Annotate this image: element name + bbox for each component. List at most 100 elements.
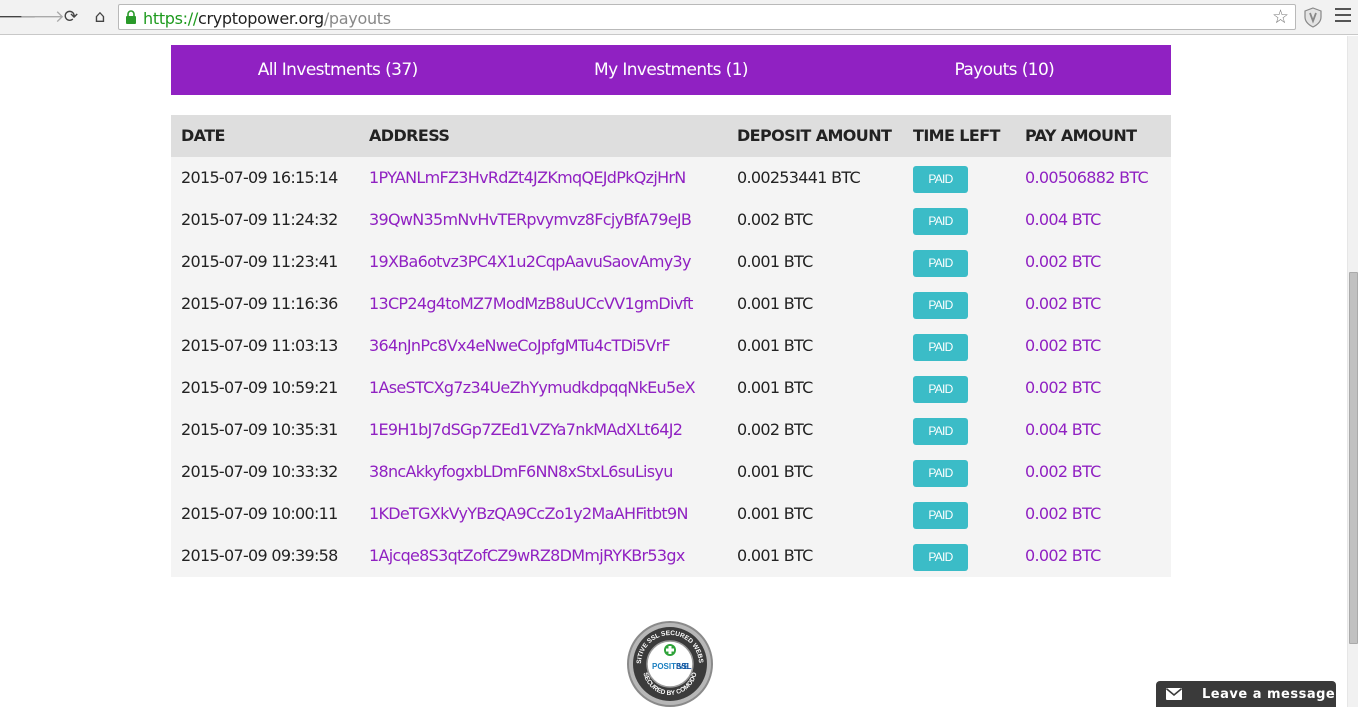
forward-arrow-icon[interactable]: 🡒 — [19, 5, 65, 29]
seal-ssl-text: SSL — [676, 662, 692, 671]
table-row: 2015-07-09 11:16:36 13CP24g4toMZ7ModMzB8u… — [171, 283, 1171, 325]
browser-toolbar: 🡐 🡒 ⟳ ⌂ https://cryptopower.org/payouts … — [0, 0, 1358, 35]
paid-badge: PAID — [913, 292, 968, 319]
lock-icon — [126, 10, 136, 24]
url-path: /payouts — [323, 9, 391, 28]
row-pay-amount: 0.002 BTC — [1025, 336, 1101, 355]
row-deposit-amount: 0.002 BTC — [737, 210, 813, 229]
table-row: 2015-07-09 11:03:13 364nJnPc8Vx4eNweCoJpf… — [171, 325, 1171, 367]
table-row: 2015-07-09 10:35:31 1E9H1bJ7dSGp7ZEd1VZYa… — [171, 409, 1171, 451]
tab-my-investments[interactable]: My Investments (1) — [504, 45, 837, 95]
reload-icon[interactable]: ⟳ — [59, 5, 83, 29]
row-pay-amount: 0.002 BTC — [1025, 462, 1101, 481]
row-deposit-amount: 0.001 BTC — [737, 294, 813, 313]
row-date: 2015-07-09 11:03:13 — [181, 336, 338, 355]
address-bar[interactable]: https://cryptopower.org/payouts ☆ — [118, 4, 1296, 30]
row-time-left: PAID — [913, 334, 968, 361]
table-body: 2015-07-09 16:15:14 1PYANLmFZ3HvRdZt4JZKm… — [171, 157, 1171, 577]
row-deposit-amount: 0.001 BTC — [737, 252, 813, 271]
paid-badge: PAID — [913, 208, 968, 235]
row-deposit-amount: 0.001 BTC — [737, 336, 813, 355]
row-address-link[interactable]: 1AseSTCXg7z34UeZhYymudkdpqqNkEu5eX — [369, 378, 696, 397]
envelope-icon — [1166, 688, 1182, 700]
row-pay-amount: 0.004 BTC — [1025, 210, 1101, 229]
home-icon[interactable]: ⌂ — [88, 5, 112, 29]
header-time-left: TIME LEFT — [913, 126, 1000, 145]
row-address-link[interactable]: 1E9H1bJ7dSGp7ZEd1VZYa7nkMAdXLt64J2 — [369, 420, 683, 439]
row-deposit-amount: 0.002 BTC — [737, 420, 813, 439]
payouts-table: DATE ADDRESS DEPOSIT AMOUNT TIME LEFT PA… — [171, 115, 1171, 577]
leave-message-label: Leave a message — [1202, 686, 1336, 702]
paid-badge: PAID — [913, 418, 968, 445]
paid-badge: PAID — [913, 166, 968, 193]
paid-badge: PAID — [913, 544, 968, 571]
url-host: cryptopower.org — [197, 9, 324, 28]
table-row: 2015-07-09 09:39:58 1Ajcqe8S3qtZofCZ9wRZ8… — [171, 535, 1171, 577]
table-row: 2015-07-09 10:00:11 1KDeTGXkVyYBzQA9CcZo1… — [171, 493, 1171, 535]
row-date: 2015-07-09 11:24:32 — [181, 210, 338, 229]
row-time-left: PAID — [913, 376, 968, 403]
table-header: DATE ADDRESS DEPOSIT AMOUNT TIME LEFT PA… — [171, 115, 1171, 157]
investment-tabs: All Investments (37) My Investments (1) … — [171, 45, 1171, 95]
row-deposit-amount: 0.00253441 BTC — [737, 168, 861, 187]
table-row: 2015-07-09 11:23:41 19XBa6otvz3PC4X1u2Cqp… — [171, 241, 1171, 283]
row-deposit-amount: 0.001 BTC — [737, 462, 813, 481]
row-deposit-amount: 0.001 BTC — [737, 546, 813, 565]
row-pay-amount: 0.00506882 BTC — [1025, 168, 1149, 187]
row-pay-amount: 0.002 BTC — [1025, 252, 1101, 271]
header-date: DATE — [181, 126, 225, 145]
row-time-left: PAID — [913, 544, 968, 571]
page-scrollbar[interactable] — [1347, 36, 1358, 707]
tab-all-investments[interactable]: All Investments (37) — [171, 45, 504, 95]
row-address-link[interactable]: 13CP24g4toMZ7ModMzB8uUCcVV1gmDivft — [369, 294, 693, 313]
row-time-left: PAID — [913, 418, 968, 445]
row-time-left: PAID — [913, 292, 968, 319]
row-date: 2015-07-09 11:23:41 — [181, 252, 338, 271]
tab-payouts[interactable]: Payouts (10) — [838, 45, 1171, 95]
row-date: 2015-07-09 10:35:31 — [181, 420, 338, 439]
row-address-link[interactable]: 1Ajcqe8S3qtZofCZ9wRZ8DMmjRYKBr53gx — [369, 546, 685, 565]
row-date: 2015-07-09 10:59:21 — [181, 378, 338, 397]
row-address-link[interactable]: 38ncAkkyfogxbLDmF6NN8xStxL6suLisyu — [369, 462, 673, 481]
hamburger-menu-icon[interactable] — [1335, 8, 1351, 24]
table-row: 2015-07-09 16:15:14 1PYANLmFZ3HvRdZt4JZKm… — [171, 157, 1171, 199]
paid-badge: PAID — [913, 376, 968, 403]
row-date: 2015-07-09 10:00:11 — [181, 504, 338, 523]
row-address-link[interactable]: 1KDeTGXkVyYBzQA9CcZo1y2MaAHFitbt9N — [369, 504, 688, 523]
row-address-link[interactable]: 39QwN35mNvHvTERpvymvz8FcjyBfA79eJB — [369, 210, 692, 229]
scrollbar-thumb[interactable] — [1349, 272, 1358, 644]
row-time-left: PAID — [913, 166, 968, 193]
row-address-link[interactable]: 19XBa6otvz3PC4X1u2CqpAavuSaovAmy3y — [369, 252, 691, 271]
row-date: 2015-07-09 10:33:32 — [181, 462, 338, 481]
url-scheme: https:// — [143, 9, 198, 28]
table-row: 2015-07-09 10:59:21 1AseSTCXg7z34UeZhYymu… — [171, 367, 1171, 409]
table-row: 2015-07-09 11:24:32 39QwN35mNvHvTERpvymvz… — [171, 199, 1171, 241]
paid-badge: PAID — [913, 460, 968, 487]
row-address-link[interactable]: 1PYANLmFZ3HvRdZt4JZKmqQEJdPkQzjHrN — [369, 168, 686, 187]
paid-badge: PAID — [913, 250, 968, 277]
header-deposit-amount: DEPOSIT AMOUNT — [737, 126, 892, 145]
row-date: 2015-07-09 16:15:14 — [181, 168, 338, 187]
leave-message-widget[interactable]: Leave a message — [1156, 681, 1336, 707]
row-time-left: PAID — [913, 250, 968, 277]
url-text: https://cryptopower.org/payouts — [143, 9, 391, 28]
row-date: 2015-07-09 09:39:58 — [181, 546, 338, 565]
row-time-left: PAID — [913, 460, 968, 487]
row-pay-amount: 0.002 BTC — [1025, 546, 1101, 565]
table-row: 2015-07-09 10:33:32 38ncAkkyfogxbLDmF6NN8… — [171, 451, 1171, 493]
row-pay-amount: 0.002 BTC — [1025, 294, 1101, 313]
row-pay-amount: 0.004 BTC — [1025, 420, 1101, 439]
row-time-left: PAID — [913, 208, 968, 235]
bookmark-star-icon[interactable]: ☆ — [1272, 6, 1289, 28]
row-date: 2015-07-09 11:16:36 — [181, 294, 338, 313]
row-deposit-amount: 0.001 BTC — [737, 378, 813, 397]
positive-ssl-seal: POSITIVE SSL SECURED WEBSITE SECURED BY … — [625, 620, 713, 707]
row-address-link[interactable]: 364nJnPc8Vx4eNweCoJpfgMTu4cTDi5VrF — [369, 336, 671, 355]
header-address: ADDRESS — [369, 126, 450, 145]
paid-badge: PAID — [913, 334, 968, 361]
row-pay-amount: 0.002 BTC — [1025, 504, 1101, 523]
row-time-left: PAID — [913, 502, 968, 529]
shield-icon[interactable] — [1302, 6, 1324, 28]
row-deposit-amount: 0.001 BTC — [737, 504, 813, 523]
row-pay-amount: 0.002 BTC — [1025, 378, 1101, 397]
